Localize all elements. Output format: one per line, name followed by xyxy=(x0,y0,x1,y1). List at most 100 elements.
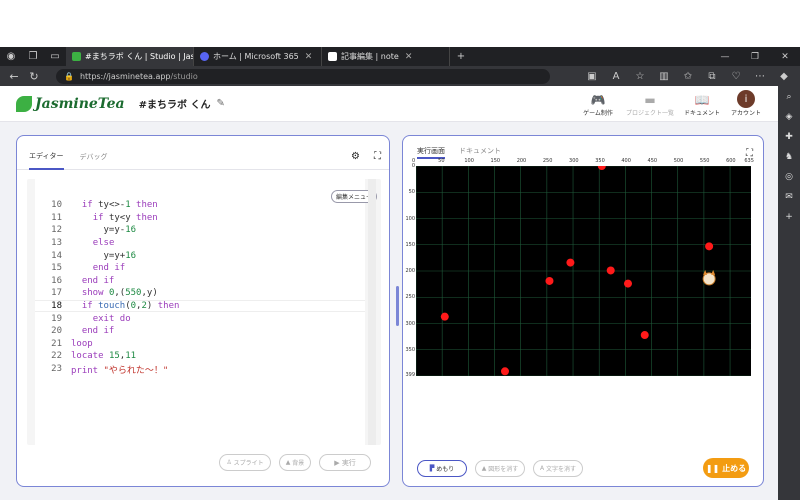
close-window-icon[interactable]: ✕ xyxy=(770,52,800,62)
favorites-icon[interactable]: ✩ xyxy=(676,71,700,82)
app-available-icon[interactable]: ▣ xyxy=(580,71,604,82)
nav-account[interactable]: i アカウント xyxy=(724,90,768,117)
clear-shapes-button[interactable]: ▲ 図形を消す xyxy=(475,460,525,477)
more-menu-icon[interactable]: ⋯ xyxy=(748,71,772,82)
x-tick-label: 550 xyxy=(699,158,710,164)
nav-project-list[interactable]: ▬ プロジェクト一覧 xyxy=(620,93,680,117)
code-line[interactable]: 19 exit do xyxy=(35,312,365,325)
code-text: y=y+16 xyxy=(71,250,137,261)
favorite-star-icon[interactable]: ☆ xyxy=(628,71,652,82)
outlook-icon[interactable]: ✉ xyxy=(785,192,793,202)
line-number: 14 xyxy=(51,250,62,261)
project-name: #まちラボ くん xyxy=(138,100,211,111)
panel-resize-handle[interactable] xyxy=(396,286,399,326)
code-text: if touch(0,2) then xyxy=(81,301,180,312)
x-tick-label: 635 xyxy=(744,158,754,164)
code-text: print "やられた～！" xyxy=(71,365,169,376)
line-number: 18 xyxy=(51,301,62,312)
read-aloud-icon[interactable]: A xyxy=(604,71,628,82)
collections-icon[interactable]: ⧉ xyxy=(700,71,724,82)
jasminetea-logo[interactable]: JasmineTea xyxy=(16,95,125,112)
code-line[interactable]: 12 y=y-16 xyxy=(35,224,365,237)
code-area[interactable]: 10 if ty<>-1 then 11 if ty<y then 12 y=y-1… xyxy=(35,179,365,445)
maximize-icon[interactable]: ❐ xyxy=(740,52,770,62)
browser-tab-microsoft365[interactable]: ホーム | Microsoft 365 ✕ xyxy=(194,47,322,66)
fullscreen-icon[interactable]: ⛶ xyxy=(374,151,381,162)
code-line[interactable]: 22 locate 15,11 xyxy=(35,350,365,363)
add-icon[interactable]: + xyxy=(785,212,793,222)
tab-actions-icon[interactable]: ▭ xyxy=(44,47,66,66)
code-line[interactable]: 21 loop xyxy=(35,338,365,351)
code-scrollbar[interactable] xyxy=(368,179,376,445)
browser-tab-note[interactable]: 記事編集 | note ✕ xyxy=(322,47,450,66)
y-ruler: 0 50 100 150 200 250 300 350 399 xyxy=(405,163,416,378)
shapes-icon: ▲ xyxy=(481,465,487,472)
health-icon[interactable]: ♡ xyxy=(724,71,748,82)
sprite-button[interactable]: ♙ スプライト xyxy=(219,454,271,471)
nav-game-making[interactable]: 🎮 ゲーム制作 xyxy=(576,93,620,117)
split-screen-icon[interactable]: ▥ xyxy=(652,71,676,82)
x-tick-label: 250 xyxy=(542,158,553,164)
close-tab-icon[interactable]: ✕ xyxy=(305,52,313,62)
refresh-icon[interactable]: ↻ xyxy=(24,70,44,83)
line-number: 21 xyxy=(51,338,62,349)
code-line[interactable]: 18 if touch(0,2) then xyxy=(35,299,365,313)
avatar: i xyxy=(737,90,755,108)
app-header: JasmineTea #まちラボ くん ✎ 🎮 ゲーム制作 ▬ プロジェクト一覧… xyxy=(0,86,778,122)
minimize-icon[interactable]: — xyxy=(710,52,740,62)
workspaces-icon[interactable]: ❐ xyxy=(22,47,44,66)
grid-corner-icon: ▛ xyxy=(429,465,435,472)
game-stage[interactable] xyxy=(416,166,751,376)
background-button[interactable]: ▲ 背景 xyxy=(279,454,311,471)
url-field[interactable]: 🔒 https://jasminetea.app/studio xyxy=(56,68,550,84)
code-line[interactable]: 20 end if xyxy=(35,325,365,338)
code-line[interactable]: 15 end if xyxy=(35,262,365,275)
gear-icon[interactable]: ⚙ xyxy=(351,151,360,162)
pause-icon: ❚❚ xyxy=(705,463,720,473)
y-tick-label: 250 xyxy=(405,294,415,301)
code-line[interactable]: 16 end if xyxy=(35,275,365,288)
lock-icon: 🔒 xyxy=(64,71,74,81)
tools-icon[interactable]: ✚ xyxy=(785,132,793,142)
code-line[interactable]: 11 if ty<y then xyxy=(35,212,365,225)
close-tab-icon[interactable]: ✕ xyxy=(405,52,413,62)
code-text: end if xyxy=(92,263,126,274)
code-line[interactable]: 10 if ty<>-1 then xyxy=(35,199,365,212)
code-line[interactable]: 14 y=y+16 xyxy=(35,249,365,262)
jasminetea-favicon-icon xyxy=(72,52,81,61)
shopping-icon[interactable]: ◈ xyxy=(786,112,793,122)
back-icon[interactable]: ← xyxy=(4,70,24,83)
red-ball xyxy=(440,312,449,321)
code-text: else xyxy=(92,238,115,249)
microsoft365-favicon-icon xyxy=(200,52,209,61)
memory-button[interactable]: ▛ めもり xyxy=(417,460,467,477)
code-editor[interactable]: 10 if ty<>-1 then 11 if ty<y then 12 y=y-1… xyxy=(27,179,381,445)
studio-app: JasmineTea #まちラボ くん ✎ 🎮 ゲーム制作 ▬ プロジェクト一覧… xyxy=(0,86,778,500)
tab-debug[interactable]: デバッグ xyxy=(80,144,108,170)
runner-panel: 実行画面 ドキュメント ⛶ 0 50 100 150 200 250 300 350 400 45… xyxy=(402,135,764,487)
nav-documents[interactable]: 📖 ドキュメント xyxy=(680,93,724,117)
note-favicon-icon xyxy=(328,52,337,61)
leaf-logo-icon xyxy=(16,95,32,112)
code-line[interactable]: 23 print "やられた～！" xyxy=(35,363,365,376)
new-tab-icon[interactable]: + xyxy=(450,47,472,66)
stop-button[interactable]: ❚❚ 止める xyxy=(703,458,749,478)
games-icon[interactable]: ♞ xyxy=(785,152,793,162)
browser-tab-studio[interactable]: #まちラボ くん | Studio | Jasmine Tea ✕ xyxy=(66,47,194,66)
code-text: exit do xyxy=(92,313,131,324)
code-line[interactable]: 17 show 0,(550,y) xyxy=(35,287,365,300)
red-ball xyxy=(500,367,509,376)
clear-text-button[interactable]: A 文字を消す xyxy=(533,460,583,477)
browser-tab-bar: ◉ ❐ ▭ #まちラボ くん | Studio | Jasmine Tea ✕ … xyxy=(0,47,800,66)
office-icon[interactable]: ◎ xyxy=(785,172,793,182)
profile-icon[interactable]: ◉ xyxy=(0,47,22,66)
search-icon[interactable]: ⌕ xyxy=(786,92,791,102)
edit-name-icon[interactable]: ✎ xyxy=(216,98,224,109)
red-ball xyxy=(606,266,615,275)
code-line[interactable]: 13 else xyxy=(35,237,365,250)
tab-editor[interactable]: エディター xyxy=(29,144,64,170)
copilot-icon[interactable]: ◆ xyxy=(772,71,796,82)
y-tick-label: 50 xyxy=(408,189,415,196)
play-icon: ▶ xyxy=(334,458,340,467)
run-button[interactable]: ▶ 実行 xyxy=(319,454,371,471)
